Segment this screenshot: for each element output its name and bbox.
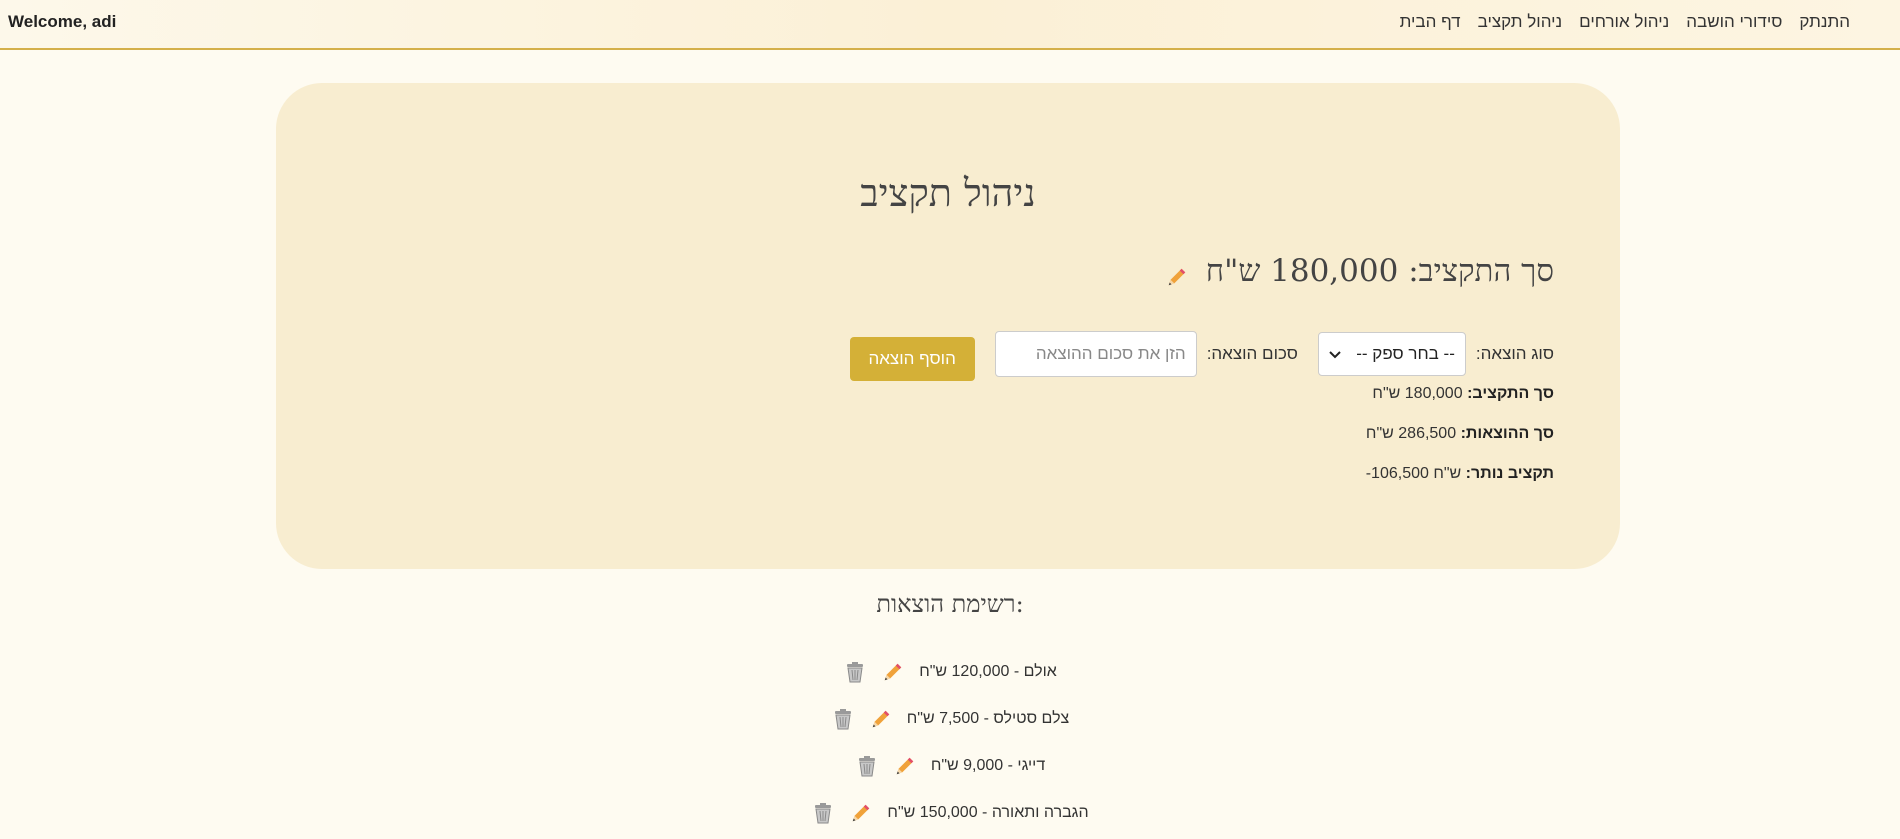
vendor-select-value: -- בחר ספק -- <box>1356 344 1455 363</box>
add-expense-form: סוג הוצאה: -- בחר ספק -- סכום הוצאה: הוס… <box>849 327 1554 381</box>
summary-expenses: סך ההוצאות: 286,500 ש"ח <box>1366 425 1554 443</box>
welcome-text: Welcome, adi <box>8 12 117 31</box>
add-expense-button[interactable]: הוסף הוצאה <box>849 337 975 381</box>
list-item: צלם סטילס - 7,500 ש"ח <box>0 695 1900 742</box>
list-item: אולם - 120,000 ש"ח <box>0 648 1900 695</box>
expense-amount-label: סכום הוצאה: <box>1206 344 1298 363</box>
summary-expenses-value: 286,500 ש"ח <box>1365 425 1457 442</box>
edit-pencil-icon[interactable] <box>869 707 893 731</box>
list-item: דייגי - 9,000 ש"ח <box>0 742 1900 789</box>
nav-seating[interactable]: סידורי הושבה <box>1686 12 1782 32</box>
expense-amount-input[interactable] <box>994 331 1197 377</box>
expense-text: הגברה ותאורה - 150,000 ש"ח <box>887 803 1089 821</box>
edit-pencil-icon[interactable] <box>849 801 873 825</box>
main-nav: דף הבית ניהול תקציב ניהול אורחים סידורי … <box>1400 12 1850 32</box>
trash-icon[interactable] <box>831 707 855 731</box>
expense-text: צלם סטילס - 7,500 ש"ח <box>906 709 1070 727</box>
summary-budget-label: סך התקציב: <box>1467 385 1554 402</box>
page-title: ניהול תקציב <box>860 171 1036 215</box>
nav-budget[interactable]: ניהול תקציב <box>1478 12 1563 32</box>
budget-card: ניהול תקציב סך התקציב: 180,000 ש"ח סוג ה… <box>276 83 1620 569</box>
trash-icon[interactable] <box>855 754 879 778</box>
edit-pencil-icon[interactable] <box>893 754 917 778</box>
summary-remaining: תקציב נותר: -106,500 ש"ח <box>1366 465 1554 483</box>
summary-budget-value: 180,000 ש"ח <box>1372 385 1463 402</box>
expense-type-label: סוג הוצאה: <box>1475 344 1554 363</box>
nav-logout[interactable]: התנתק <box>1799 12 1850 32</box>
trash-icon[interactable] <box>843 660 867 684</box>
summary-expenses-label: סך ההוצאות: <box>1460 425 1554 442</box>
trash-icon[interactable] <box>811 801 835 825</box>
nav-guests[interactable]: ניהול אורחים <box>1579 12 1669 32</box>
summary-remaining-value: -106,500 ש"ח <box>1365 465 1462 482</box>
expenses-list: אולם - 120,000 ש"ח צלם סטילס - 7,500 ש"ח <box>0 648 1900 836</box>
edit-budget-pencil-icon[interactable] <box>1166 260 1188 286</box>
top-navbar: Welcome, adi דף הבית ניהול תקציב ניהול א… <box>0 0 1900 50</box>
edit-pencil-icon[interactable] <box>881 660 905 684</box>
vendor-select[interactable]: -- בחר ספק -- <box>1317 332 1466 376</box>
expense-text: אולם - 120,000 ש"ח <box>919 662 1057 680</box>
nav-home[interactable]: דף הבית <box>1400 12 1461 32</box>
summary-remaining-label: תקציב נותר: <box>1465 465 1554 482</box>
summary-budget: סך התקציב: 180,000 ש"ח <box>1372 385 1554 403</box>
budget-total-text: סך התקציב: 180,000 ש"ח <box>1205 253 1554 289</box>
list-item: הגברה ותאורה - 150,000 ש"ח <box>0 789 1900 836</box>
budget-total-heading: סך התקציב: 180,000 ש"ח <box>1166 253 1554 289</box>
chevron-down-icon <box>1329 344 1341 364</box>
expense-text: דייגי - 9,000 ש"ח <box>930 756 1046 774</box>
expenses-list-title: רשימת הוצאות: <box>876 590 1024 618</box>
